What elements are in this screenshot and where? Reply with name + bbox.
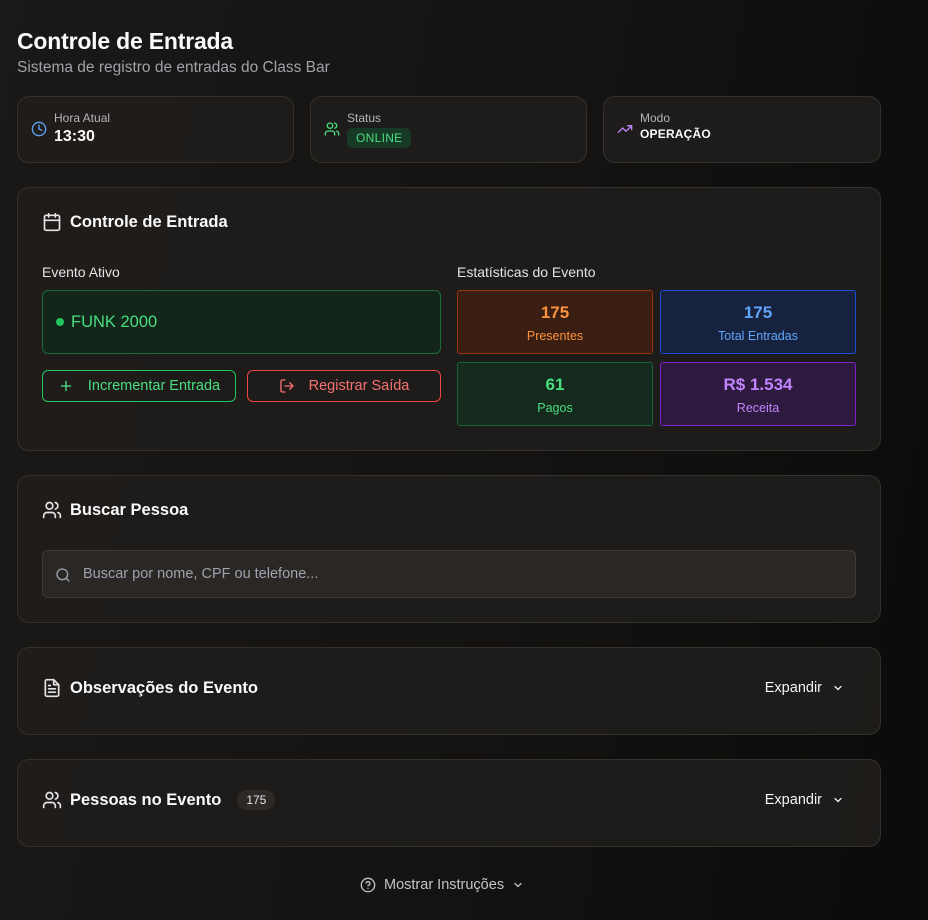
chevron-down-icon [514, 882, 522, 888]
search-icon [56, 568, 70, 582]
page-subtitle: Sistema de registro de entradas do Class… [17, 59, 330, 76]
people-in-event-title: Pessoas no Evento [70, 790, 222, 809]
people-expand-button[interactable]: Expandir [765, 792, 844, 808]
chevron-down-icon [834, 685, 842, 691]
people-in-event-header[interactable]: Pessoas no Evento 175 [42, 790, 276, 810]
search-input[interactable] [83, 551, 843, 597]
trending-up-icon [617, 125, 633, 133]
chevron-down-icon [834, 797, 842, 803]
entry-control-card: Controle de Entrada Evento Ativo FUNK 20… [17, 187, 881, 451]
active-event-label: Evento Ativo [42, 264, 120, 280]
search-box [42, 550, 856, 598]
file-text-icon [44, 678, 60, 698]
register-exit-button[interactable]: Registrar Saída [247, 370, 441, 402]
status-badge: ONLINE [347, 128, 412, 148]
show-instructions-label: Mostrar Instruções [384, 877, 505, 893]
users-icon [42, 791, 62, 809]
event-notes-card: Observações do Evento Expandir [17, 647, 881, 735]
entry-control-title: Controle de Entrada [70, 212, 228, 231]
stat-revenue: R$ 1.534 Receita [660, 362, 856, 426]
mode-label: Modo [640, 111, 671, 125]
notes-expand-button[interactable]: Expandir [765, 680, 844, 696]
stat-revenue-label: Receita [736, 401, 780, 415]
stat-paid: 61 Pagos [457, 362, 653, 426]
time-card: Hora Atual 13:30 [17, 96, 294, 163]
log-out-icon [279, 379, 294, 393]
mode-card: Modo OPERAÇÃO [603, 96, 881, 163]
entry-control-header: Controle de Entrada [42, 212, 228, 232]
stat-paid-value: 61 [545, 375, 565, 394]
stat-total-label: Total Entradas [718, 329, 798, 343]
search-person-card: Buscar Pessoa [17, 475, 881, 623]
search-person-header: Buscar Pessoa [42, 500, 188, 520]
stat-paid-label: Pagos [537, 401, 573, 415]
people-expand-label: Expandir [764, 792, 822, 808]
plus-icon [60, 380, 72, 392]
mode-value: OPERAÇÃO [640, 127, 711, 141]
stat-present: 175 Presentes [457, 290, 653, 354]
event-stats-label: Estatísticas do Evento [457, 264, 596, 280]
users-icon [324, 122, 340, 136]
active-event-name: FUNK 2000 [71, 313, 158, 331]
active-event-dot [56, 318, 64, 326]
show-instructions-button[interactable]: Mostrar Instruções [360, 877, 524, 893]
time-value: 13:30 [54, 128, 95, 145]
people-count-badge: 175 [237, 790, 276, 810]
notes-expand-label: Expandir [764, 680, 822, 696]
increment-entry-label: Incrementar Entrada [87, 378, 221, 394]
time-label: Hora Atual [54, 111, 111, 125]
search-person-title: Buscar Pessoa [70, 500, 189, 519]
people-in-event-card: Pessoas no Evento 175 Expandir [17, 759, 881, 847]
users-icon [42, 501, 62, 519]
page-title: Controle de Entrada [17, 28, 234, 54]
stat-revenue-value: R$ 1.534 [723, 375, 793, 394]
stat-present-label: Presentes [526, 329, 584, 343]
clock-icon [31, 121, 47, 137]
calendar-icon [43, 212, 61, 232]
event-notes-header[interactable]: Observações do Evento [42, 678, 258, 698]
event-notes-title: Observações do Evento [70, 678, 258, 697]
help-circle-icon [360, 877, 376, 893]
status-label: Status [347, 111, 382, 125]
status-card: Status ONLINE [310, 96, 587, 163]
stat-present-value: 175 [540, 303, 570, 322]
stat-total-value: 175 [743, 303, 773, 322]
active-event-box: FUNK 2000 [42, 290, 441, 354]
increment-entry-button[interactable]: Incrementar Entrada [42, 370, 236, 402]
register-exit-label: Registrar Saída [308, 378, 410, 394]
stat-total-entries: 175 Total Entradas [660, 290, 856, 354]
